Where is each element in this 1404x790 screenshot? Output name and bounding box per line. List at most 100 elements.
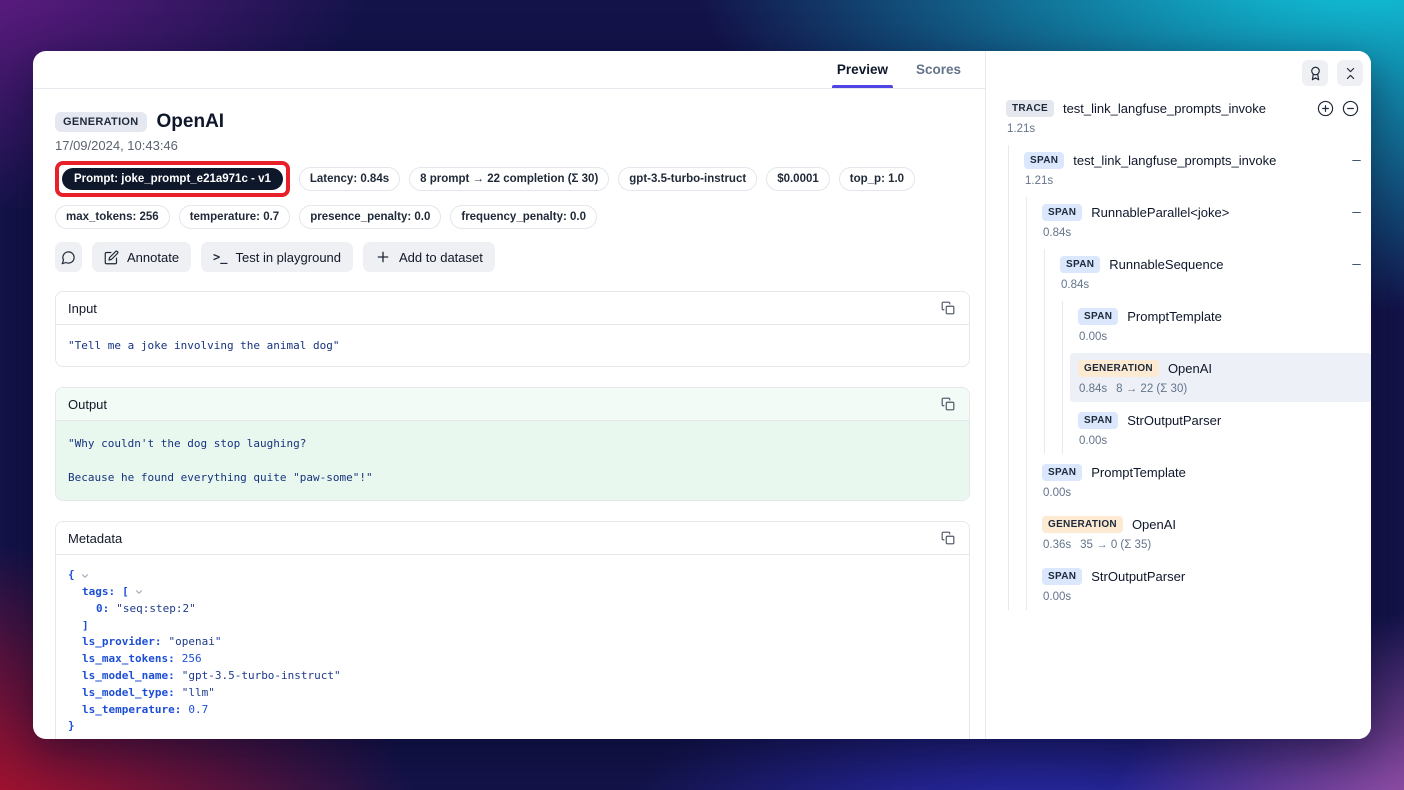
chevron-down-icon[interactable] [80, 571, 90, 581]
minus-icon [1350, 206, 1363, 219]
observation-detail-panel: Preview Scores GENERATION OpenAI 17/09/2… [33, 51, 986, 739]
copy-metadata-button[interactable] [939, 529, 957, 547]
node-duration: 0.00s [1043, 591, 1071, 603]
json-line: ls_max_tokens:256 [68, 651, 957, 668]
tree-node-span[interactable]: SPAN RunnableSequence 0.84s [1052, 249, 1371, 298]
span-badge: SPAN [1042, 464, 1082, 481]
tree-node-span[interactable]: SPAN StrOutputParser 0.00s [1070, 405, 1371, 454]
collapse-node-button[interactable] [1350, 258, 1363, 271]
input-content: "Tell me a joke involving the animal dog… [56, 325, 969, 366]
input-panel: Input "Tell me a joke involving the anim… [55, 291, 970, 367]
max-tokens-pill: max_tokens: 256 [55, 205, 170, 229]
terminal-prompt-icon: >_ [213, 250, 227, 264]
token-usage-pill: 8 prompt → 22 completion (Σ 30) [409, 167, 609, 191]
tree-node-span[interactable]: SPAN PromptTemplate 0.00s [1070, 301, 1371, 350]
json-line: { [68, 567, 957, 584]
json-line: tags:[ [68, 584, 957, 601]
collapse-all-button[interactable] [1342, 100, 1359, 117]
node-duration: 0.00s [1043, 487, 1071, 499]
span-badge: SPAN [1024, 152, 1064, 169]
copy-icon [941, 301, 955, 315]
edit-icon [104, 250, 119, 265]
timestamp: 17/09/2024, 10:43:46 [55, 138, 970, 153]
tree-node-trace[interactable]: TRACE test_link_langfuse_prompts_invoke … [998, 93, 1371, 142]
json-line: ls_model_name:"gpt-3.5-turbo-instruct" [68, 668, 957, 685]
collapse-node-button[interactable] [1350, 206, 1363, 219]
node-duration: 0.84s [1043, 227, 1071, 239]
node-duration: 1.21s [1007, 123, 1035, 135]
copy-icon [941, 531, 955, 545]
node-duration: 1.21s [1025, 175, 1053, 187]
node-duration: 0.36s [1043, 539, 1071, 551]
circle-minus-icon [1342, 100, 1359, 117]
json-line: ls_provider:"openai" [68, 634, 957, 651]
annotate-label: Annotate [127, 250, 179, 265]
json-line: } [68, 718, 957, 735]
plus-icon [375, 249, 391, 265]
actions-row: Annotate >_ Test in playground Add to da… [55, 242, 970, 272]
collapse-node-button[interactable] [1350, 154, 1363, 167]
generation-badge: GENERATION [1042, 516, 1123, 533]
add-dataset-label: Add to dataset [399, 250, 483, 265]
copy-icon [941, 397, 955, 411]
minus-icon [1350, 154, 1363, 167]
test-in-playground-button[interactable]: >_ Test in playground [201, 242, 353, 272]
trace-tree: TRACE test_link_langfuse_prompts_invoke … [986, 89, 1371, 739]
frequency-penalty-pill: frequency_penalty: 0.0 [450, 205, 597, 229]
tab-bar: Preview Scores [33, 51, 985, 89]
collapse-panel-button[interactable] [1337, 60, 1363, 86]
span-badge: SPAN [1042, 568, 1082, 585]
copy-input-button[interactable] [939, 299, 957, 317]
copy-output-button[interactable] [939, 395, 957, 413]
trace-tree-panel: TRACE test_link_langfuse_prompts_invoke … [986, 51, 1371, 739]
generation-type-badge: GENERATION [55, 112, 147, 132]
model-pill: gpt-3.5-turbo-instruct [618, 167, 757, 191]
collapse-vertical-icon [1343, 66, 1358, 81]
chevron-down-icon[interactable] [134, 587, 144, 597]
json-line: 0:"seq:step:2" [68, 601, 957, 618]
expand-all-button[interactable] [1317, 100, 1334, 117]
tree-node-span[interactable]: SPAN PromptTemplate 0.00s [1034, 457, 1371, 506]
temperature-pill: temperature: 0.7 [179, 205, 290, 229]
metadata-panel: Metadata { tags:[ 0:"seq:step:2" ] ls_pr… [55, 521, 970, 739]
test-playground-label: Test in playground [236, 250, 342, 265]
tab-preview[interactable]: Preview [832, 51, 893, 88]
tree-node-generation[interactable]: GENERATION OpenAI 0.36s35 → 0 (Σ 35) [1034, 509, 1371, 558]
generation-badge: GENERATION [1078, 360, 1159, 377]
tree-node-generation-selected[interactable]: GENERATION OpenAI 0.84s8 → 22 (Σ 30) [1070, 353, 1371, 402]
trace-panel-toolbar [986, 51, 1371, 89]
metrics-row-1: Prompt: joke_prompt_e21a971c - v1 Latenc… [55, 161, 970, 197]
tree-node-span[interactable]: SPAN StrOutputParser 0.00s [1034, 561, 1371, 610]
node-duration: 0.00s [1079, 435, 1107, 447]
main-window: Preview Scores GENERATION OpenAI 17/09/2… [33, 51, 1371, 739]
span-badge: SPAN [1042, 204, 1082, 221]
node-duration: 0.84s [1079, 383, 1107, 395]
span-badge: SPAN [1078, 412, 1118, 429]
cost-pill: $0.0001 [766, 167, 830, 191]
node-tokens: 8 → 22 (Σ 30) [1116, 383, 1187, 395]
node-duration: 0.00s [1079, 331, 1107, 343]
observation-content: GENERATION OpenAI 17/09/2024, 10:43:46 P… [33, 89, 985, 739]
metadata-panel-title: Metadata [68, 531, 122, 546]
annotation-queue-button[interactable] [1302, 60, 1328, 86]
award-icon [1308, 66, 1323, 81]
node-duration: 0.84s [1061, 279, 1089, 291]
output-content: "Why couldn't the dog stop laughing? Bec… [56, 421, 969, 500]
json-line: ls_model_type:"llm" [68, 685, 957, 702]
comment-button[interactable] [55, 242, 82, 272]
prompt-link-pill[interactable]: Prompt: joke_prompt_e21a971c - v1 [62, 168, 283, 190]
circle-plus-icon [1317, 100, 1334, 117]
tab-scores[interactable]: Scores [911, 51, 966, 88]
output-panel-title: Output [68, 397, 107, 412]
annotate-button[interactable]: Annotate [92, 242, 191, 272]
span-badge: SPAN [1060, 256, 1100, 273]
tree-node-span[interactable]: SPAN RunnableParallel<joke> 0.84s [1034, 197, 1371, 246]
add-to-dataset-button[interactable]: Add to dataset [363, 242, 495, 272]
node-tokens: 35 → 0 (Σ 35) [1080, 539, 1151, 551]
tree-node-span[interactable]: SPAN test_link_langfuse_prompts_invoke 1… [1016, 145, 1371, 194]
minus-icon [1350, 258, 1363, 271]
metadata-json: { tags:[ 0:"seq:step:2" ] ls_provider:"o… [56, 555, 969, 739]
json-line: ] [68, 618, 957, 635]
input-panel-title: Input [68, 301, 97, 316]
latency-pill: Latency: 0.84s [299, 167, 400, 191]
